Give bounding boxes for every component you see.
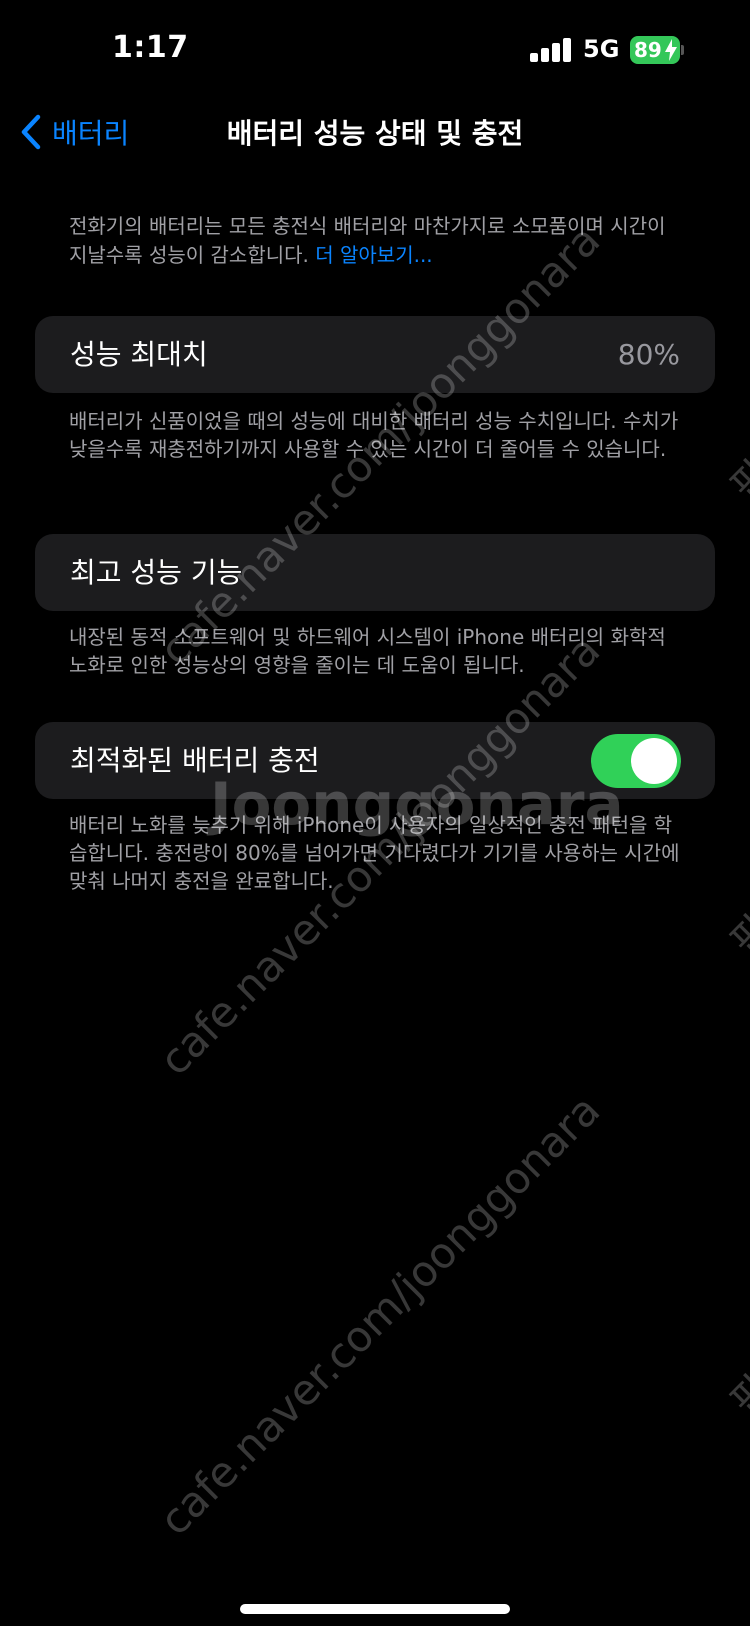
network-type: 5G (583, 35, 620, 63)
page-title: 배터리 성능 상태 및 충전 (226, 117, 524, 150)
signal-icon (530, 38, 572, 62)
watermark-side: 판 (722, 906, 750, 965)
battery-tip (681, 45, 684, 55)
max-capacity-row: 성능 최대치 80% (35, 316, 715, 393)
intro-text: 전화기의 배터리는 모든 충전식 배터리와 마찬가지로 소모품이며 시간이 지날… (69, 212, 689, 270)
back-label: 배터리 (52, 117, 130, 150)
watermark-side: 판 (722, 1366, 750, 1425)
max-capacity-value: 80% (617, 338, 680, 371)
charging-bolt-icon (665, 39, 677, 61)
watermark-text: cafe.naver.com/joonggonara (150, 1085, 610, 1545)
status-bar: 1:17 5G 89 (0, 0, 750, 100)
status-time: 1:17 (112, 30, 189, 65)
home-indicator[interactable] (240, 1604, 510, 1614)
battery-level: 89 (634, 38, 662, 62)
optimized-charging-label: 최적화된 배터리 충전 (70, 744, 320, 777)
learn-more-link[interactable]: 더 알아보기... (315, 243, 432, 267)
peak-performance-label: 최고 성능 기능 (70, 556, 243, 589)
navigation-bar: 배터리 배터리 성능 상태 및 충전 (0, 100, 750, 164)
battery-icon: 89 (630, 36, 680, 64)
peak-performance-footnote: 내장된 동적 소프트웨어 및 하드웨어 시스템이 iPhone 배터리의 화학적… (69, 625, 666, 677)
optimized-charging-toggle[interactable] (591, 734, 681, 788)
optimized-charging-row: 최적화된 배터리 충전 (35, 722, 715, 799)
max-capacity-label: 성능 최대치 (70, 338, 208, 371)
max-capacity-footnote: 배터리가 신품이었을 때의 성능에 대비한 배터리 성능 수치입니다. 수치가 … (69, 409, 679, 461)
watermark-side: 판 (722, 451, 750, 510)
peak-performance-row: 최고 성능 기능 (35, 534, 715, 611)
toggle-knob (631, 738, 677, 784)
back-button[interactable]: 배터리 (20, 110, 129, 154)
optimized-charging-footnote: 배터리 노화를 늦추기 위해 iPhone이 사용자의 일상적인 충전 패턴을 … (69, 813, 680, 893)
chevron-left-icon (21, 114, 41, 150)
